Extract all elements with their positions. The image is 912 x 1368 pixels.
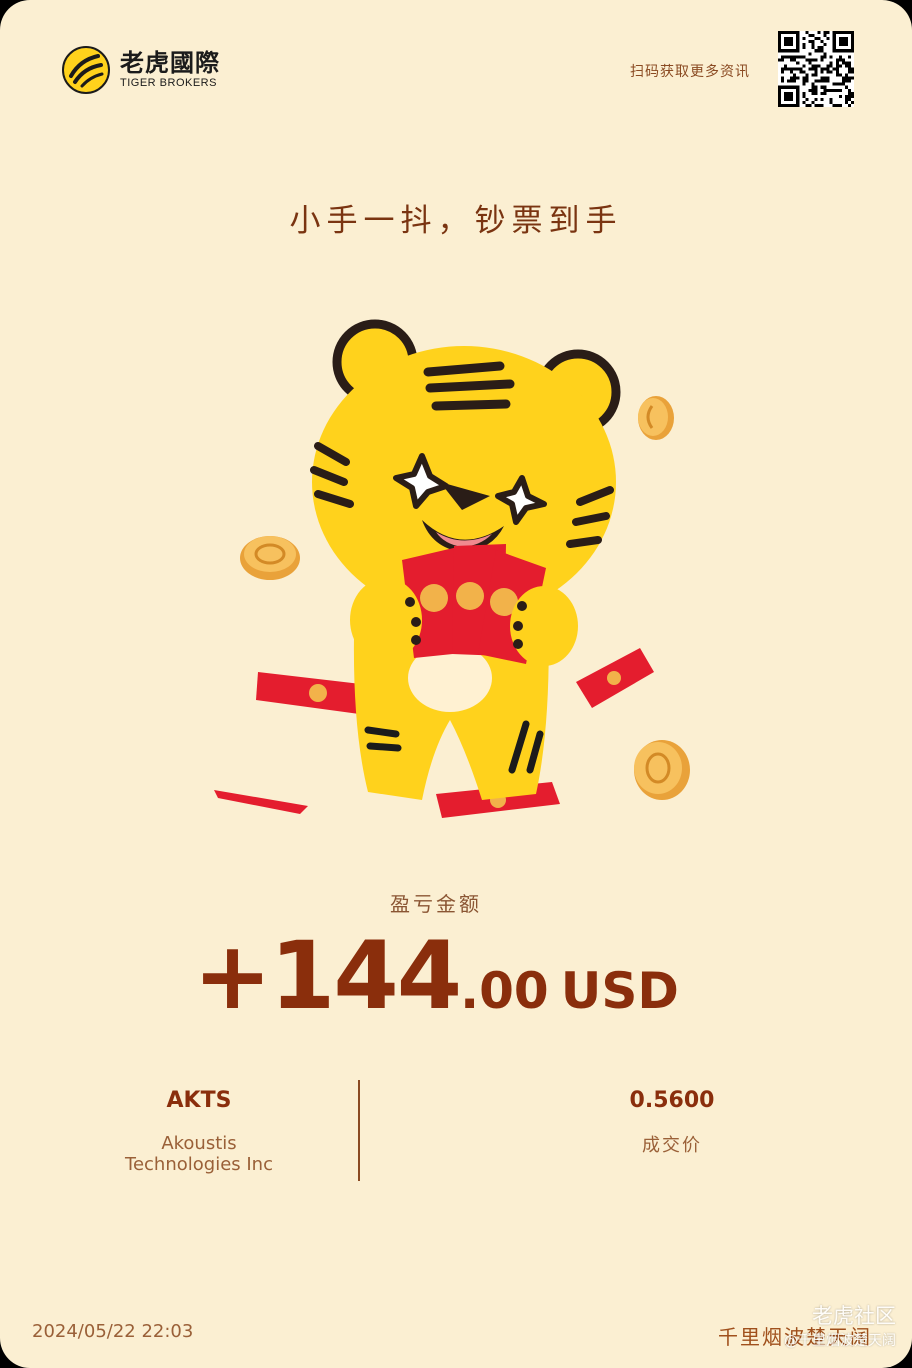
- envelope-right-icon: [576, 648, 654, 708]
- community-watermark: 老虎社区 @千里烟波楚天阔: [784, 1300, 896, 1350]
- scan-hint: 扫码获取更多资讯: [630, 64, 750, 80]
- watermark-handle: @千里烟波楚天阔: [784, 1333, 896, 1349]
- brand-logo: 老虎國際 TIGER BROKERS: [62, 46, 220, 94]
- company-name-line1: Akoustis: [161, 1133, 237, 1154]
- share-card: 老虎國際 TIGER BROKERS 扫码获取更多资讯 小手一抖，钞票到手 盈亏…: [0, 0, 912, 1368]
- coin-icon: [634, 740, 690, 800]
- pnl-amount-decimal: .00: [460, 962, 549, 1020]
- trade-price-label: 成交价: [642, 1135, 702, 1156]
- slogan: 小手一抖，钞票到手: [289, 203, 623, 239]
- brand-name-en: TIGER BROKERS: [120, 77, 217, 89]
- trade-price: 0.5600: [629, 1088, 715, 1113]
- pnl-currency: USD: [560, 962, 679, 1020]
- stock-ticker: AKTS: [166, 1088, 232, 1113]
- pnl-amount-integer: +144: [193, 922, 462, 1031]
- company-name: Akoustis Technologies Inc: [60, 1133, 338, 1175]
- timestamp: 2024/05/22 22:03: [32, 1321, 194, 1342]
- coin-icon: [240, 536, 300, 580]
- tiger-mascot-illustration: [214, 319, 690, 818]
- pnl-amount: +144.00 USD: [0, 922, 872, 1031]
- pnl-label: 盈亏金额: [390, 892, 482, 916]
- column-divider: [358, 1080, 360, 1181]
- company-name-line2: Technologies Inc: [125, 1154, 273, 1175]
- envelope-bottom-left-icon: [214, 790, 308, 814]
- brand-name-cn: 老虎國際: [120, 49, 220, 77]
- qr-code-icon[interactable]: [778, 31, 854, 107]
- tiger-stripe-logo-icon: [62, 46, 110, 94]
- coin-icon: [638, 396, 674, 440]
- watermark-title: 老虎社区: [812, 1304, 896, 1328]
